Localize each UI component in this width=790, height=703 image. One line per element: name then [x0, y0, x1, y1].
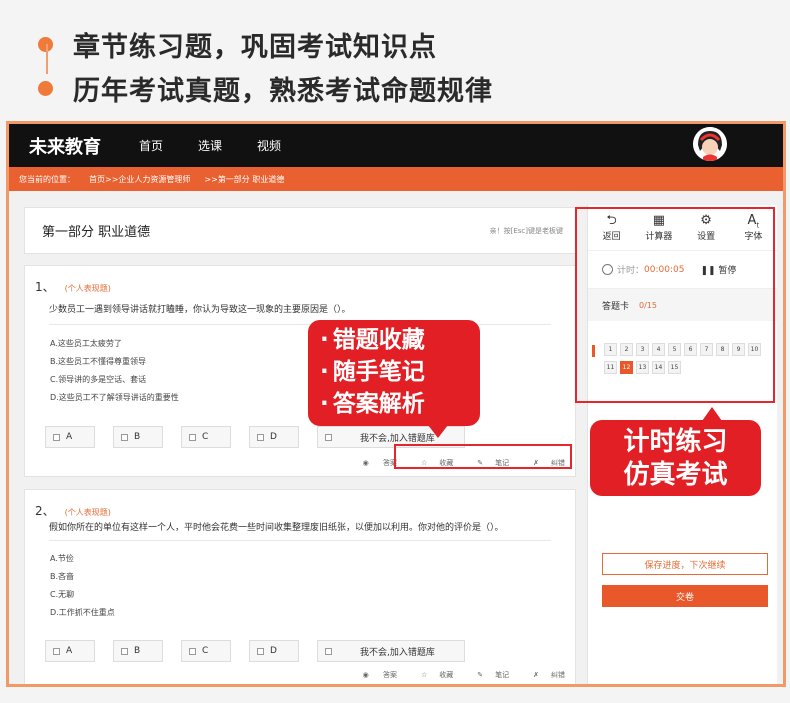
question-type: (个人表现题): [64, 508, 111, 517]
promo-connector: [46, 44, 48, 74]
note-tool[interactable]: ✎ 笔记: [465, 670, 509, 680]
promo-text: 章节练习题，巩固考试知识点: [73, 31, 437, 63]
wrongbook-label: 我不会,加入错题库: [360, 647, 435, 658]
eye-icon: ◉: [362, 671, 371, 679]
answer-label: B: [134, 432, 141, 442]
checkbox-icon: [325, 647, 332, 655]
option-c: C.领导讲的多是空话、套话: [50, 375, 147, 384]
answer-b-checkbox[interactable]: B: [113, 640, 163, 662]
checkbox-icon: [189, 433, 196, 441]
checkbox-icon: [257, 433, 264, 441]
breadcrumb: 您当前的位置： 首页>>企业人力资源管理师 >>第一部分 职业道德: [9, 167, 783, 191]
option-a: A.这些员工太疲劳了: [50, 339, 122, 348]
breadcrumb-prefix: 您当前的位置：: [19, 174, 75, 184]
option-d: D.工作抓不住重点: [50, 608, 115, 617]
tool-label: 笔记: [495, 671, 510, 679]
answer-label: B: [134, 646, 141, 656]
divider: [49, 540, 551, 541]
answer-b-checkbox[interactable]: B: [113, 426, 163, 448]
answer-tool[interactable]: ◉ 答案: [351, 458, 397, 468]
callout-line: 计时练习: [623, 427, 728, 457]
answer-label: D: [270, 432, 277, 442]
save-progress-button[interactable]: 保存进度，下次继续: [602, 553, 768, 575]
tool-label: 纠错: [551, 671, 565, 679]
add-to-wrongbook-checkbox[interactable]: 我不会,加入错题库: [317, 640, 465, 662]
question-header: 1、 (个人表现题): [35, 278, 111, 295]
submit-exam-button[interactable]: 交卷: [602, 585, 768, 607]
top-nav: 未来教育 首页 选课 视频: [9, 124, 783, 167]
answer-d-checkbox[interactable]: D: [249, 640, 299, 662]
checkbox-icon: [257, 647, 264, 655]
callout-line: 随手笔记: [320, 356, 480, 388]
site-logo[interactable]: 未来教育: [29, 133, 139, 159]
star-icon: ☆: [420, 671, 428, 679]
callout-line: 错题收藏: [320, 324, 480, 356]
wrench-icon: ✗: [533, 671, 539, 679]
question-tools: ◉ 答案 ☆ 收藏 ✎ 笔记 ✗ 纠错: [339, 670, 565, 680]
tools-highlight-box: [394, 444, 572, 469]
question-header: 2、 (个人表现题): [35, 502, 111, 519]
timer-callout: 计时练习 仿真考试: [590, 407, 761, 496]
sidebar-highlight-box: [575, 207, 775, 403]
promo-item: 历年考试真题，熟悉考试命题规律: [38, 66, 493, 110]
question-stem: 假如你所在的单位有这样一个人，平时他会花费一些时间收集整理废旧纸张，以便加以利用…: [49, 523, 504, 533]
answer-a-checkbox[interactable]: A: [45, 426, 95, 448]
checkbox-icon: [189, 647, 196, 655]
boss-key-tip: 亲！按[Esc]键是老板键: [489, 226, 563, 235]
answer-tool[interactable]: ◉ 答案: [351, 670, 397, 680]
option-c: C.无聊: [50, 590, 75, 599]
breadcrumb-current[interactable]: >>第一部分 职业道德: [204, 174, 284, 185]
breadcrumb-link[interactable]: 首页>>企业人力资源管理师: [89, 174, 190, 185]
answer-c-checkbox[interactable]: C: [181, 640, 231, 662]
answer-c-checkbox[interactable]: C: [181, 426, 231, 448]
question-stem: 少数员工一遇到领导讲话就打瞌睡，你认为导致这一现象的主要原因是（）。: [49, 305, 351, 315]
question-number: 2、: [35, 504, 55, 518]
question-type: (个人表现题): [64, 284, 111, 293]
edit-icon: ✎: [477, 671, 484, 679]
feature-callout: 错题收藏 随手笔记 答案解析: [308, 320, 480, 438]
answer-label: D: [270, 646, 277, 656]
answer-d-checkbox[interactable]: D: [249, 426, 299, 448]
checkbox-icon: [325, 433, 332, 441]
callout-line: 答案解析: [320, 388, 480, 420]
option-a: A.节俭: [50, 554, 74, 563]
answer-label: C: [202, 646, 209, 656]
favorite-tool[interactable]: ☆ 收藏: [409, 670, 453, 680]
user-avatar[interactable]: [693, 127, 727, 161]
checkbox-icon: [53, 647, 60, 655]
answer-label: A: [66, 432, 73, 442]
callout-line: 仿真考试: [623, 460, 728, 490]
option-d: D.这些员工不了解领导讲话的重要性: [50, 393, 179, 402]
checkbox-icon: [121, 647, 128, 655]
checkbox-icon: [121, 433, 128, 441]
answer-label: A: [66, 646, 73, 656]
answer-choices: A B C D 我不会,加入错题库: [45, 640, 483, 662]
tool-label: 收藏: [439, 671, 454, 679]
option-b: B.吝啬: [50, 572, 75, 581]
answer-a-checkbox[interactable]: A: [45, 640, 95, 662]
promo-item: 章节练习题，巩固考试知识点: [38, 22, 493, 66]
wrongbook-label: 我不会,加入错题库: [360, 433, 435, 444]
promo-text: 历年考试真题，熟悉考试命题规律: [73, 75, 493, 107]
bullet-dot-icon: [38, 80, 53, 96]
question-card: 2、 (个人表现题) 假如你所在的单位有这样一个人，平时他会花费一些时间收集整理…: [24, 489, 576, 684]
answer-label: C: [202, 432, 209, 442]
nav-videos[interactable]: 视频: [257, 137, 281, 154]
eye-icon: ◉: [362, 459, 371, 467]
question-number: 1、: [35, 280, 55, 294]
page-title: 第一部分 职业道德: [42, 225, 151, 240]
promo-list: 章节练习题，巩固考试知识点 历年考试真题，熟悉考试命题规律: [38, 22, 493, 110]
section-title-bar: 第一部分 职业道德 亲！按[Esc]键是老板键: [24, 207, 576, 254]
report-tool[interactable]: ✗ 纠错: [521, 670, 565, 680]
option-b: B.这些员工不懂得尊重领导: [50, 357, 147, 366]
nav-courses[interactable]: 选课: [198, 137, 222, 154]
tool-label: 答案: [382, 671, 397, 679]
checkbox-icon: [53, 433, 60, 441]
nav-home[interactable]: 首页: [139, 137, 163, 154]
